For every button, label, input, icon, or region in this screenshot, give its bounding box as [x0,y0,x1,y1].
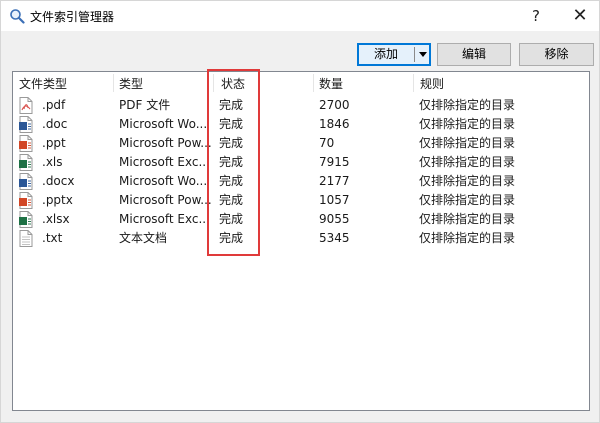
column-header-type[interactable]: 类型 [119,75,143,93]
search-icon [10,9,25,24]
title-bar: 文件索引管理器 ? ✕ [1,1,599,31]
dropdown-arrow-icon[interactable] [419,52,427,57]
rule-cell: 仅排除指定的目录 [419,193,516,207]
list-item[interactable]: .doc Microsoft Wo... 完成 1846 仅排除指定的目录 [13,115,589,134]
count-cell: 1057 [319,193,350,207]
rule-cell: 仅排除指定的目录 [419,212,516,226]
word-file-icon [19,116,33,133]
powerpoint-file-icon [19,192,33,209]
column-separator[interactable] [113,74,114,92]
text-file-icon [19,230,33,247]
count-cell: 2177 [319,174,350,188]
column-separator[interactable] [413,74,414,92]
file-type-cell: 文本文档 [119,231,168,245]
file-extension-cell: .pdf [42,98,66,112]
file-extension-cell: .pptx [42,193,73,207]
count-cell: 9055 [319,212,350,226]
excel-file-icon [19,211,33,228]
file-extension-cell: .xls [42,155,63,169]
file-type-cell: Microsoft Pow... [119,193,211,207]
list-item[interactable]: .xls Microsoft Exc... 完成 7915 仅排除指定的目录 [13,153,589,172]
add-button[interactable]: 添加 [357,43,431,66]
list-item[interactable]: .ppt Microsoft Pow... 完成 70 仅排除指定的目录 [13,134,589,153]
count-cell: 2700 [319,98,350,112]
powerpoint-file-icon [19,135,33,152]
list-item[interactable]: .docx Microsoft Wo... 完成 2177 仅排除指定的目录 [13,172,589,191]
column-header-file-type[interactable]: 文件类型 [19,75,67,93]
excel-file-icon [19,154,33,171]
count-cell: 70 [319,136,335,150]
file-extension-cell: .ppt [42,136,66,150]
window-title: 文件索引管理器 [30,10,115,24]
list-item[interactable]: .xlsx Microsoft Exc... 完成 9055 仅排除指定的目录 [13,210,589,229]
edit-button[interactable]: 编辑 [437,43,511,66]
help-button[interactable]: ? [521,1,551,31]
file-type-cell: Microsoft Exc... [119,212,210,226]
rule-cell: 仅排除指定的目录 [419,98,516,112]
count-cell: 1846 [319,117,350,131]
column-header-rule[interactable]: 规则 [420,75,444,93]
rule-cell: 仅排除指定的目录 [419,117,516,131]
count-cell: 5345 [319,231,350,245]
list-item[interactable]: .txt 文本文档 完成 5345 仅排除指定的目录 [13,229,589,248]
rule-cell: 仅排除指定的目录 [419,231,516,245]
file-type-cell: Microsoft Wo... [119,174,208,188]
count-cell: 7915 [319,155,350,169]
remove-button[interactable]: 移除 [519,43,594,66]
rule-cell: 仅排除指定的目录 [419,155,516,169]
status-column-highlight [207,69,260,256]
rule-cell: 仅排除指定的目录 [419,136,516,150]
column-separator[interactable] [313,74,314,92]
word-file-icon [19,173,33,190]
list-item[interactable]: .pdf PDF 文件 完成 2700 仅排除指定的目录 [13,96,589,115]
file-type-list[interactable]: 文件类型 类型 状态 数量 规则 .pdf PDF 文件 完成 2700 仅排除指定的目… [12,71,590,411]
list-item[interactable]: .pptx Microsoft Pow... 完成 1057 仅排除指定的目录 [13,191,589,210]
file-extension-cell: .doc [42,117,68,131]
file-type-cell: Microsoft Pow... [119,136,211,150]
file-type-cell: PDF 文件 [119,98,171,112]
add-button-label: 添加 [374,47,399,61]
file-extension-cell: .txt [42,231,63,245]
pdf-file-icon [19,97,33,114]
file-type-cell: Microsoft Exc... [119,155,210,169]
file-extension-cell: .xlsx [42,212,70,226]
file-index-manager-window: 文件索引管理器 ? ✕ 添加 编辑 移除 文件类型 类型 状态 数量 规则 .p… [0,0,600,423]
rule-cell: 仅排除指定的目录 [419,174,516,188]
split-divider [414,47,415,62]
close-button[interactable]: ✕ [563,1,597,31]
file-extension-cell: .docx [42,174,75,188]
column-header-count[interactable]: 数量 [319,75,343,93]
file-type-cell: Microsoft Wo... [119,117,208,131]
